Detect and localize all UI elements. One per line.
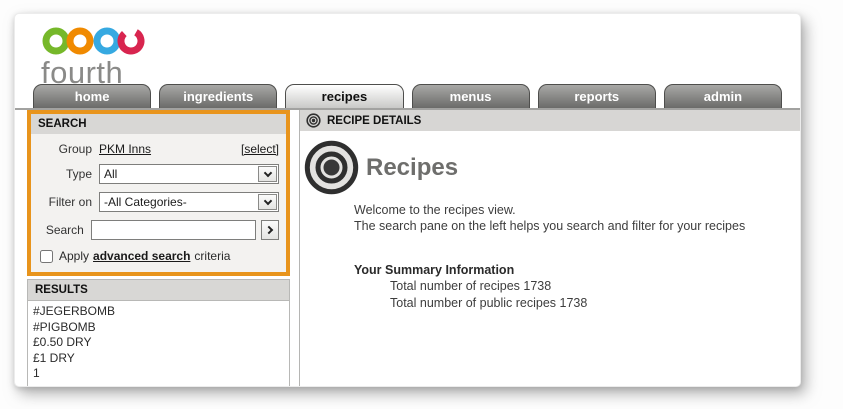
- search-label: Search: [38, 223, 84, 237]
- advanced-search-link[interactable]: advanced search: [93, 249, 190, 263]
- summary-block: Your Summary Information Total number of…: [354, 263, 800, 311]
- group-value-link[interactable]: PKM Inns: [99, 142, 151, 156]
- tab-recipes[interactable]: recipes: [285, 84, 403, 108]
- main-tab-bar: home ingredients recipes menus reports a…: [15, 84, 800, 108]
- group-row: Group PKM Inns [select]: [38, 142, 279, 156]
- chevron-down-icon: [263, 168, 271, 176]
- tab-ingredients[interactable]: ingredients: [159, 84, 277, 108]
- filter-row: Filter on -All Categories-: [38, 192, 279, 212]
- filter-select-value: -All Categories-: [100, 195, 257, 209]
- type-label: Type: [38, 167, 92, 181]
- summary-line: Total number of public recipes 1738: [390, 295, 800, 311]
- results-list[interactable]: #JEGERBOMB #PIGBOMB £0.50 DRY £1 DRY 1: [28, 300, 289, 386]
- tab-home[interactable]: home: [33, 84, 151, 108]
- filter-select-arrow-button[interactable]: [258, 194, 277, 210]
- welcome-text: Welcome to the recipes view. The search …: [354, 202, 800, 234]
- bullseye-icon: [306, 113, 321, 128]
- tab-reports[interactable]: reports: [538, 84, 656, 108]
- results-panel-title: RESULTS: [28, 280, 289, 300]
- summary-title: Your Summary Information: [354, 263, 800, 277]
- results-panel: RESULTS #JEGERBOMB #PIGBOMB £0.50 DRY £1…: [27, 279, 290, 386]
- recipes-bullseye-icon: [304, 140, 359, 195]
- search-row: Search: [38, 220, 279, 240]
- welcome-line-1: Welcome to the recipes view.: [354, 202, 800, 218]
- welcome-line-2: The search pane on the left helps you se…: [354, 218, 800, 234]
- list-item[interactable]: #JEGERBOMB: [33, 304, 284, 320]
- summary-line: Total number of recipes 1738: [390, 278, 800, 294]
- recipe-details-header: RECIPE DETAILS: [300, 110, 800, 131]
- search-panel: SEARCH Group PKM Inns [select] Type All: [27, 110, 290, 276]
- recipe-details-panel: RECIPE DETAILS Recipes Welcome to the re…: [299, 110, 800, 386]
- type-select-value: All: [100, 167, 257, 181]
- page-title: Recipes: [366, 154, 458, 182]
- type-select[interactable]: All: [99, 164, 279, 184]
- search-input[interactable]: [91, 220, 256, 240]
- advanced-suffix: criteria: [194, 249, 230, 263]
- group-label: Group: [38, 142, 92, 156]
- list-item[interactable]: £0.50 DRY: [33, 335, 284, 351]
- content-area: SEARCH Group PKM Inns [select] Type All: [15, 108, 800, 386]
- fourth-logo-loops-icon: [41, 23, 153, 57]
- search-go-button[interactable]: [261, 220, 279, 240]
- list-item[interactable]: #PIGBOMB: [33, 320, 284, 336]
- logo-area: fourth: [15, 14, 800, 84]
- filter-select[interactable]: -All Categories-: [99, 192, 279, 212]
- filter-label: Filter on: [38, 195, 92, 209]
- type-select-arrow-button[interactable]: [258, 166, 277, 182]
- tab-admin[interactable]: admin: [664, 84, 782, 108]
- chevron-right-icon: [265, 226, 273, 234]
- app-window: fourth home ingredients recipes menus re…: [14, 13, 801, 387]
- chevron-down-icon: [263, 196, 271, 204]
- list-item[interactable]: £1 DRY: [33, 351, 284, 367]
- list-item[interactable]: 1: [33, 366, 284, 382]
- type-row: Type All: [38, 164, 279, 184]
- advanced-prefix: Apply: [59, 249, 89, 263]
- recipe-details-body: Recipes Welcome to the recipes view. The…: [300, 131, 800, 311]
- search-panel-title: SEARCH: [31, 114, 286, 134]
- advanced-search-row: Apply advanced search criteria: [40, 249, 279, 263]
- recipe-details-title: RECIPE DETAILS: [327, 115, 421, 127]
- left-panel: SEARCH Group PKM Inns [select] Type All: [15, 110, 294, 386]
- recipes-heading-row: Recipes: [304, 140, 800, 195]
- group-select-link[interactable]: [select]: [241, 142, 279, 156]
- advanced-search-checkbox[interactable]: [40, 250, 53, 263]
- tab-menus[interactable]: menus: [412, 84, 530, 108]
